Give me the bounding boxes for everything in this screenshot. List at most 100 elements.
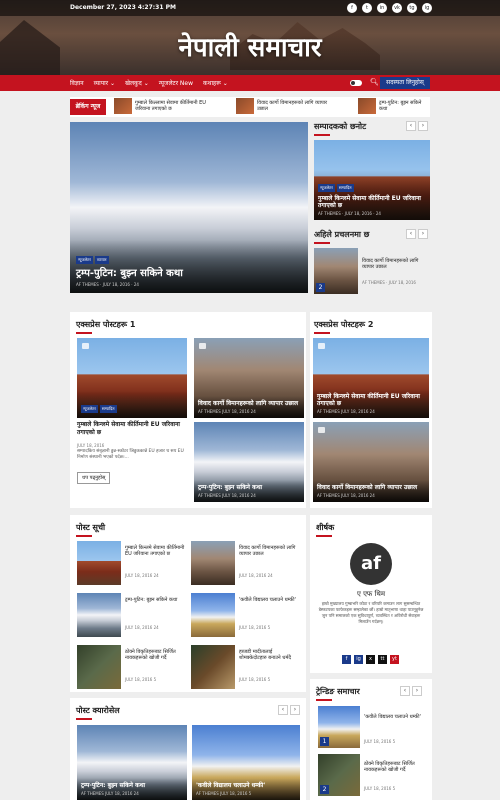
post-title[interactable]: 'कवीले विद्यालय चलाउने धम्की' bbox=[364, 714, 426, 720]
express-card[interactable]: गुम्बाले किन्लमे सेवामा कीर्तिमानी EU जर… bbox=[313, 338, 429, 418]
post-list-item[interactable]: ट्रम्प-पुटिन: बुझ्न सकिने कथा JULY 18, 20… bbox=[77, 593, 187, 639]
post-title[interactable]: विवाद कार्गो विमानहरूको लागि व्यापार उछा… bbox=[362, 258, 430, 271]
post-meta: JULY 18, 2016 24 bbox=[239, 573, 273, 578]
post-meta: AF THEMES · JULY 18, 2016 · 24 bbox=[76, 282, 139, 287]
post-title[interactable]: ठोक्ने विकृतिहरूबाट सिर्जित नायकहरूको खो… bbox=[125, 649, 187, 662]
prev-arrow-icon[interactable]: ‹ bbox=[406, 229, 416, 239]
instagram-icon[interactable]: ig bbox=[422, 3, 432, 13]
post-meta: AF THEMES · JULY 18, 2016 bbox=[362, 280, 416, 285]
next-arrow-icon[interactable]: › bbox=[418, 229, 428, 239]
post-meta: JULY 18, 2016 5 bbox=[125, 677, 157, 682]
section-title: एक्सप्रेस पोस्टहरू 1 bbox=[76, 319, 135, 334]
post-title[interactable]: ट्रम्प-पुटिन: बुझ्न सकिने कथा bbox=[125, 597, 187, 603]
nav-item-sports[interactable]: खेलकुद ⌄ bbox=[125, 79, 149, 87]
editor-post[interactable]: न्यूजलेटर सम्पादित गुम्बाले किन्लमे सेवाम… bbox=[314, 140, 430, 220]
main-nav: विज्ञान व्यापार ⌄ खेलकुद ⌄ न्यूजलेटर New… bbox=[0, 75, 500, 91]
post-list-item[interactable]: गुम्बाले किन्लमे सेवामा कीर्तिमानी EU जर… bbox=[77, 541, 187, 587]
hero-post[interactable]: न्यूजलेटर व्यापार ट्रम्प-पुटिन: बुझ्न सकि… bbox=[70, 122, 308, 293]
hero-title[interactable]: ट्रम्प-पुटिन: बुझ्न सकिने कथा bbox=[76, 268, 302, 280]
next-arrow-icon[interactable]: › bbox=[412, 686, 422, 696]
ticker-item[interactable]: विवाद कार्गो विमानहरूको लागि व्यापार उछा… bbox=[236, 98, 337, 114]
post-list-item[interactable]: विवाद कार्गो विमानहरूको लागि व्यापार उछा… bbox=[191, 541, 301, 587]
post-meta: JULY 18, 2016 5 bbox=[364, 739, 396, 744]
facebook-icon[interactable]: f bbox=[342, 655, 351, 664]
rank-number: 1 bbox=[320, 737, 329, 746]
post-thumbnail[interactable] bbox=[77, 541, 121, 585]
telegram-icon[interactable]: tg bbox=[407, 3, 417, 13]
af-logo: af bbox=[350, 543, 392, 585]
nav-item-business[interactable]: व्यापार ⌄ bbox=[94, 79, 115, 87]
express-card[interactable]: विवाद कार्गो विमानहरूको लागि व्यापार उछा… bbox=[313, 422, 429, 502]
next-arrow-icon[interactable]: › bbox=[418, 121, 428, 131]
express-card[interactable]: विवाद कार्गो विमानहरूको लागि व्यापार उछा… bbox=[194, 338, 304, 418]
prev-arrow-icon[interactable]: ‹ bbox=[406, 121, 416, 131]
post-title[interactable]: गुम्बाले किन्लमे सेवामा कीर्तिमानी EU जर… bbox=[317, 393, 425, 407]
category-badge[interactable]: व्यापार bbox=[94, 256, 109, 264]
post-meta: JULY 18, 2016 24 bbox=[125, 573, 159, 578]
nav-item-stories[interactable]: कथाहरू ⌄ bbox=[203, 79, 228, 87]
post-thumbnail[interactable] bbox=[191, 593, 235, 637]
author-name: ए एफ थिम bbox=[356, 590, 386, 598]
instagram-icon[interactable]: ig bbox=[354, 655, 363, 664]
post-title[interactable]: विवाद कार्गो विमानहरूको लागि व्यापार उछा… bbox=[317, 484, 425, 491]
post-thumbnail[interactable] bbox=[77, 593, 121, 637]
post-carousel: पोस्ट क्यारोसेल ‹ › ट्रम्प-पुटिन: बुझ्न स… bbox=[70, 698, 306, 800]
category-badge[interactable]: सम्पादित bbox=[336, 183, 354, 192]
category-badge[interactable]: न्यूजलेटर bbox=[81, 405, 98, 413]
post-thumbnail[interactable] bbox=[191, 645, 235, 689]
ticker-thumbnail bbox=[114, 98, 132, 114]
post-title[interactable]: गुम्बाले किन्लमे सेवामा कीर्तिमानी EU जर… bbox=[125, 545, 187, 558]
post-title[interactable]: गुम्बाले किन्लमे सेवामा कीर्तिमानी EU जर… bbox=[77, 421, 187, 436]
trending-thumbnail[interactable]: 2 bbox=[314, 248, 358, 294]
post-title[interactable]: हब्जडी मादीतालाई शोमक्केदोटहारु बनाउने ध… bbox=[239, 649, 301, 662]
post-title[interactable]: ट्रम्प-पुटिन: बुझ्न सकिने कथा bbox=[81, 782, 183, 789]
tiktok-icon[interactable]: tt bbox=[378, 655, 387, 664]
rank-number: 2 bbox=[320, 785, 329, 794]
post-title[interactable]: ठोक्ने विकृतिहरूबाट सिर्जित नायकहरूको खो… bbox=[364, 761, 426, 774]
post-title[interactable]: विवाद कार्गो विमानहरूको लागि व्यापार उछा… bbox=[239, 545, 301, 558]
linkedin-icon[interactable]: in bbox=[377, 3, 387, 13]
post-meta: AF THEMES JULY 18, 2016 24 bbox=[198, 493, 256, 498]
section-title: पोस्ट क्यारोसेल bbox=[76, 705, 120, 720]
prev-arrow-icon[interactable]: ‹ bbox=[400, 686, 410, 696]
ticker-item[interactable]: गुम्बाले किल्लामा सेवामा कीर्तिमानी EU ज… bbox=[114, 98, 215, 114]
prev-arrow-icon[interactable]: ‹ bbox=[278, 705, 288, 715]
category-badge[interactable]: न्यूजलेटर bbox=[318, 183, 335, 192]
carousel-card[interactable]: 'कवीले विद्यालय चलाउने धम्की' AF THEMES J… bbox=[192, 725, 300, 800]
post-title[interactable]: विवाद कार्गो विमानहरूको लागि व्यापार उछा… bbox=[198, 400, 300, 407]
youtube-icon[interactable]: yt bbox=[390, 655, 399, 664]
next-arrow-icon[interactable]: › bbox=[290, 705, 300, 715]
nav-item-science[interactable]: विज्ञान bbox=[70, 79, 84, 87]
category-badge[interactable]: सम्पादित bbox=[99, 405, 117, 413]
post-thumbnail[interactable] bbox=[191, 541, 235, 585]
ticker-item[interactable]: ट्रम्प-पुटिन: बुझ्न सकिने कथा bbox=[358, 98, 429, 114]
rank-number: 2 bbox=[316, 283, 325, 292]
read-more-button[interactable]: थप पढ्नुहोस् bbox=[77, 472, 111, 484]
post-thumbnail[interactable] bbox=[77, 645, 121, 689]
section-title: अहिले प्रचलनमा छ bbox=[314, 229, 369, 244]
facebook-icon[interactable]: f bbox=[347, 3, 357, 13]
x-icon[interactable]: x bbox=[366, 655, 375, 664]
post-list-item[interactable]: ठोक्ने विकृतिहरूबाट सिर्जित नायकहरूको खो… bbox=[77, 645, 187, 691]
subscribe-button[interactable]: सदस्यता लिनुहोस् bbox=[380, 77, 430, 89]
post-list-item[interactable]: हब्जडी मादीतालाई शोमक्केदोटहारु बनाउने ध… bbox=[191, 645, 301, 691]
express-feature-image[interactable]: न्यूजलेटर सम्पादित bbox=[77, 338, 187, 418]
post-title[interactable]: 'कवीले विद्यालय चलाउने धम्की' bbox=[196, 782, 296, 789]
dark-mode-toggle[interactable] bbox=[350, 80, 362, 86]
search-icon[interactable]: 🔍︎ bbox=[370, 78, 379, 86]
category-badge[interactable]: न्यूजलेटर bbox=[76, 256, 93, 264]
express-card[interactable]: ट्रम्प-पुटिन: बुझ्न सकिने कथा AF THEMES J… bbox=[194, 422, 304, 502]
trending-thumbnail[interactable]: 1 bbox=[318, 706, 360, 748]
post-title[interactable]: 'कवीले विद्यालय चलाउने धम्की' bbox=[239, 597, 301, 603]
header-banner: December 27, 2023 4:27:31 PM f t in vk t… bbox=[0, 0, 500, 75]
twitter-icon[interactable]: t bbox=[362, 3, 372, 13]
trending-thumbnail[interactable]: 2 bbox=[318, 754, 360, 796]
site-title[interactable]: नेपाली समाचार bbox=[0, 28, 500, 64]
post-title[interactable]: गुम्बाले किन्लमे सेवामा कीर्तिमानी EU जर… bbox=[318, 195, 426, 209]
top-bar: December 27, 2023 4:27:31 PM f t in vk t… bbox=[0, 0, 500, 16]
post-title[interactable]: ट्रम्प-पुटिन: बुझ्न सकिने कथा bbox=[198, 484, 300, 491]
vk-icon[interactable]: vk bbox=[392, 3, 402, 13]
nav-item-newsletter[interactable]: न्यूजलेटर New bbox=[159, 79, 193, 87]
carousel-card[interactable]: ट्रम्प-पुटिन: बुझ्न सकिने कथा AF THEMES J… bbox=[77, 725, 187, 800]
post-list-item[interactable]: 'कवीले विद्यालय चलाउने धम्की' JULY 18, 20… bbox=[191, 593, 301, 639]
